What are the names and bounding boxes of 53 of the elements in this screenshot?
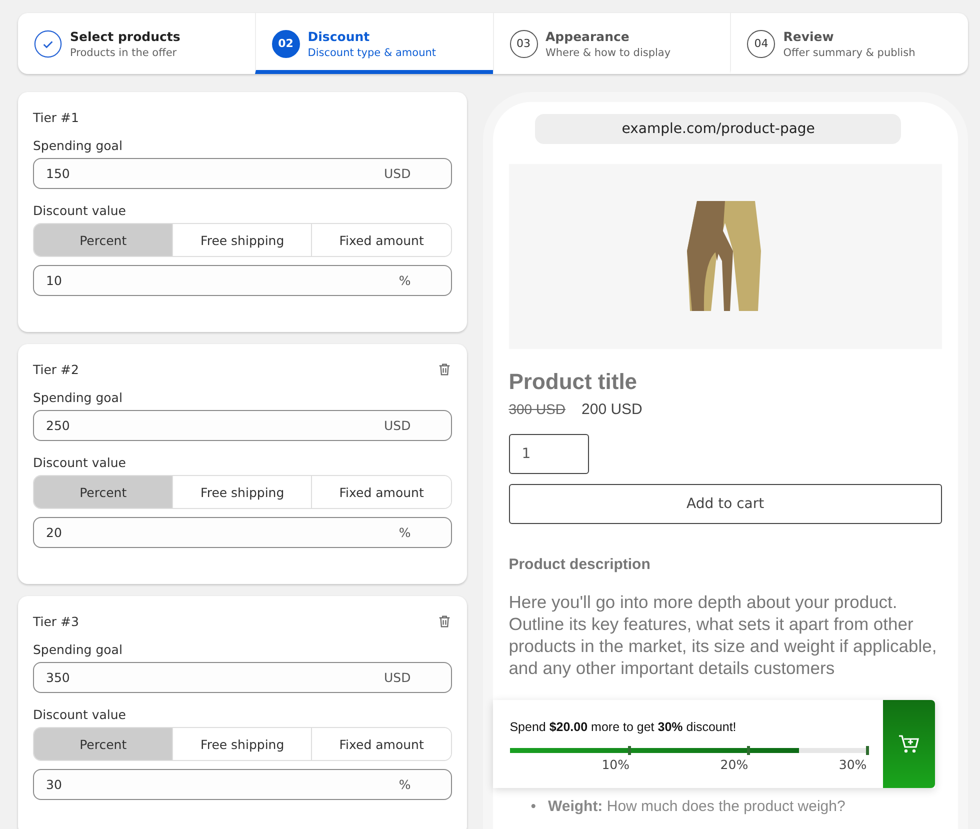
old-price: 300 USD <box>508 401 566 418</box>
price: 200 USD <box>582 401 642 418</box>
discount-type-option[interactable]: Percent <box>34 476 172 508</box>
step-title: Select products <box>70 28 180 44</box>
trash-icon[interactable] <box>436 614 452 628</box>
url-bar: example.com/product-page <box>535 114 902 144</box>
step-tab[interactable]: 03 Appearance Where & how to display <box>492 13 730 74</box>
step-subtitle: Products in the offer <box>70 46 178 58</box>
field-label: Discount value <box>33 203 127 218</box>
product-title: Product title <box>508 369 638 395</box>
discount-value-field[interactable]: 30 % <box>33 769 452 800</box>
tier-title: Tier #1 <box>33 110 79 124</box>
step-subtitle: Offer summary & publish <box>783 46 916 58</box>
discount-type-option[interactable]: Fixed amount <box>311 476 451 508</box>
step-subtitle: Discount type & amount <box>308 46 436 58</box>
description-heading: Product description <box>508 556 652 573</box>
tier-tick-label: 20% <box>720 757 748 772</box>
add-to-cart-button[interactable]: Add to cart <box>508 484 942 524</box>
step-number: 04 <box>747 30 776 58</box>
cart-button[interactable] <box>882 700 935 788</box>
discount-type-option[interactable]: Percent <box>34 728 172 760</box>
discount-value-field[interactable]: 10 % <box>33 265 452 296</box>
trash-icon[interactable] <box>436 362 452 376</box>
bullet-text: Weight: How much does the product weigh? <box>548 798 846 815</box>
field-label: Spending goal <box>33 138 124 153</box>
spending-goal-field[interactable]: 250 USD <box>33 410 452 441</box>
field-label: Spending goal <box>33 390 124 405</box>
field-label: Discount value <box>33 455 127 470</box>
step-tab[interactable]: 04 Review Offer summary & publish <box>730 13 968 74</box>
bullet-marker: • <box>530 798 536 815</box>
tier-title: Tier #2 <box>33 362 79 376</box>
discount-type-option[interactable]: Percent <box>34 224 172 256</box>
step-tab[interactable]: Select products Products in the offer <box>18 13 255 74</box>
step-number: 03 <box>510 30 538 58</box>
step-title: Appearance <box>546 28 630 44</box>
discount-type-option[interactable]: Fixed amount <box>311 728 451 760</box>
step-tab[interactable]: 02 Discount Discount type & amount <box>254 13 492 74</box>
description-text: Here you'll go into more depth about your product. Outline its key features, what sets it apart from other products in the market, its size and weight if applicable, and any other important details customers <box>508 591 938 679</box>
step-title: Discount <box>308 28 371 44</box>
step-subtitle: Where & how to display <box>546 46 671 58</box>
spending-goal-field[interactable]: 150 USD <box>33 158 452 189</box>
field-label: Discount value <box>33 707 127 722</box>
tier-tick-label: 10% <box>602 757 630 772</box>
step-number: 02 <box>272 30 300 58</box>
spending-goal-field[interactable]: 350 USD <box>33 662 452 693</box>
quantity-field[interactable]: 1 <box>508 434 589 474</box>
discount-value-field[interactable]: 20 % <box>33 517 452 548</box>
tier-tick-label: 30% <box>838 757 867 772</box>
field-label: Spending goal <box>33 642 124 657</box>
step-title: Review <box>783 28 835 44</box>
tier-title: Tier #3 <box>33 614 79 628</box>
discount-type-option[interactable]: Fixed amount <box>311 224 451 256</box>
banner-message: Spend $20.00 more to get 30% discount! <box>510 720 736 734</box>
